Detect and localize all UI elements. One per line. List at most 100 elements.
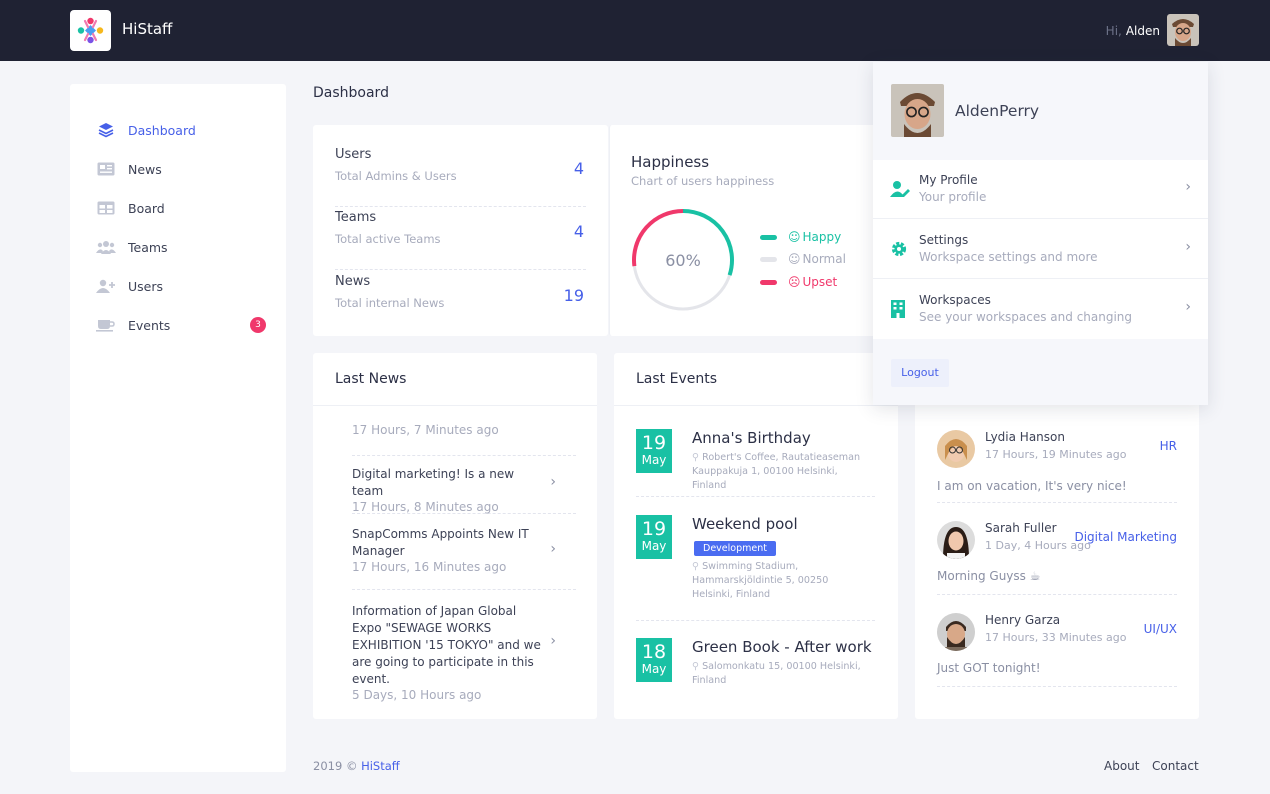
event-title: Weekend pool — [692, 515, 798, 533]
sidebar-item-users[interactable]: Users — [96, 276, 266, 296]
legend-label: Normal — [802, 252, 846, 266]
copyright-icon: © — [345, 759, 358, 773]
person-department[interactable]: UI/UX — [1144, 622, 1177, 636]
legend-swatch — [760, 279, 777, 285]
person-item[interactable]: Lydia Hanson 17 Hours, 19 Minutes ago HR… — [937, 430, 1177, 503]
stat-users[interactable]: Users Total Admins & Users 4 — [335, 147, 586, 207]
news-item[interactable]: 17 Hours, 7 Minutes ago — [352, 423, 576, 456]
sidebar-item-events[interactable]: Events 3 — [96, 315, 266, 335]
event-location: ⚲ Salomonkatu 15, 00100 Helsinki, Finlan… — [692, 661, 861, 686]
menu-item-title: Settings — [919, 233, 969, 247]
sidebar-item-label: Dashboard — [128, 122, 196, 138]
people-card: Lydia Hanson 17 Hours, 19 Minutes ago HR… — [915, 353, 1199, 719]
stat-teams[interactable]: Teams Total active Teams 4 — [335, 210, 586, 270]
card-header: Last Events — [614, 353, 898, 406]
legend-swatch — [760, 256, 777, 262]
person-message: Just GOT tonight! — [937, 661, 1041, 675]
sad-face-icon: ☹ — [788, 275, 801, 289]
smile-icon: ☺ — [788, 230, 801, 244]
stat-value: 4 — [573, 222, 584, 241]
user-avatar[interactable] — [1167, 14, 1199, 46]
chevron-right-icon: › — [550, 474, 556, 490]
avatar — [937, 521, 975, 559]
stat-subtitle: Total Admins & Users — [335, 169, 457, 183]
dropdown-header: AldenPerry — [873, 62, 1208, 160]
footer-link-about[interactable]: About — [1104, 759, 1139, 773]
footer-brand: HiStaff — [361, 759, 400, 773]
event-tag: Development — [694, 541, 776, 556]
sidebar-item-dashboard[interactable]: Dashboard — [96, 120, 266, 140]
event-item[interactable]: 19 May Anna's Birthday ⚲ Robert's Coffee… — [636, 429, 875, 497]
chevron-right-icon: › — [1185, 239, 1191, 255]
event-date: 18 May — [636, 638, 672, 682]
happiness-subtitle: Chart of users happiness — [631, 174, 775, 188]
sidebar-item-board[interactable]: Board — [96, 198, 266, 218]
newspaper-icon — [96, 161, 116, 177]
news-item[interactable]: Information of Japan Global Expo "SEWAGE… — [352, 603, 576, 702]
happiness-title: Happiness — [631, 153, 710, 171]
events-count-badge: 3 — [250, 317, 266, 333]
building-icon — [890, 300, 908, 318]
stats-card: Users Total Admins & Users 4 Teams Total… — [313, 125, 608, 336]
sidebar-item-teams[interactable]: Teams — [96, 237, 266, 257]
profile-name: AldenPerry — [955, 102, 1040, 120]
event-title: Anna's Birthday — [692, 429, 811, 447]
chevron-right-icon: › — [550, 541, 556, 557]
legend-happy: ☺ Happy — [760, 230, 841, 244]
event-title: Green Book - After work — [692, 638, 872, 656]
menu-item-workspaces[interactable]: Workspaces See your workspaces and chang… — [873, 280, 1208, 339]
happiness-card: Happiness Chart of users happiness 60% ☺… — [609, 125, 899, 336]
event-item[interactable]: 18 May Green Book - After work ⚲ Salomon… — [636, 638, 875, 698]
avatar — [937, 430, 975, 468]
app-logo[interactable] — [70, 10, 111, 51]
stat-subtitle: Total internal News — [335, 296, 445, 310]
stat-value: 19 — [563, 286, 584, 305]
person-name: Sarah Fuller — [985, 521, 1057, 535]
profile-dropdown: AldenPerry My Profile Your profile › Set… — [873, 62, 1208, 405]
profile-avatar — [891, 84, 944, 137]
stat-news[interactable]: News Total internal News 19 — [335, 274, 586, 334]
legend-label: Happy — [802, 230, 842, 244]
event-location: ⚲ Robert's Coffee, Rautatieaseman Kauppa… — [692, 452, 861, 491]
person-time: 17 Hours, 33 Minutes ago — [985, 631, 1127, 644]
person-department[interactable]: Digital Marketing — [1074, 530, 1177, 544]
avatar — [937, 613, 975, 651]
menu-item-my-profile[interactable]: My Profile Your profile › — [873, 160, 1208, 219]
user-greeting[interactable]: Hi, Alden — [1106, 24, 1160, 38]
news-item[interactable]: Digital marketing! Is a new team 17 Hour… — [352, 466, 576, 514]
person-item[interactable]: Henry Garza 17 Hours, 33 Minutes ago UI/… — [937, 613, 1177, 687]
person-name: Lydia Hanson — [985, 430, 1065, 444]
stat-title: Users — [335, 147, 372, 162]
teams-icon — [96, 239, 116, 255]
coffee-icon — [96, 317, 116, 333]
event-location: ⚲ Swimming Stadium, Hammarskjöldintie 5,… — [692, 561, 829, 600]
menu-item-settings[interactable]: Settings Workspace settings and more › — [873, 220, 1208, 279]
person-name: Henry Garza — [985, 613, 1061, 627]
layers-icon — [96, 122, 116, 138]
stat-value: 4 — [573, 159, 584, 178]
sidebar-item-label: Board — [128, 200, 165, 216]
sidebar-item-label: Events — [128, 317, 171, 333]
sidebar-item-news[interactable]: News — [96, 159, 266, 179]
legend-label: Upset — [802, 275, 838, 289]
news-time: 5 Days, 10 Hours ago — [352, 688, 482, 702]
person-time: 17 Hours, 19 Minutes ago — [985, 448, 1127, 461]
person-message: I am on vacation, It's very nice! — [937, 479, 1127, 493]
logout-button[interactable]: Logout — [891, 359, 949, 387]
person-department[interactable]: HR — [1160, 439, 1177, 453]
news-item[interactable]: SnapComms Appoints New IT Manager 17 Hou… — [352, 526, 576, 590]
event-date: 19 May — [636, 429, 672, 473]
news-text: SnapComms Appoints New IT Manager — [352, 527, 529, 558]
add-user-icon — [96, 278, 116, 294]
stat-title: News — [335, 274, 371, 289]
news-text: Information of Japan Global Expo "SEWAGE… — [352, 604, 541, 686]
menu-item-title: My Profile — [919, 173, 978, 187]
footer-copyright: 2019 © HiStaff — [313, 759, 400, 773]
footer-link-contact[interactable]: Contact — [1152, 759, 1199, 773]
card-title: Last Events — [636, 371, 718, 387]
person-item[interactable]: Sarah Fuller 1 Day, 4 Hours ago Digital … — [937, 521, 1177, 595]
page-title: Dashboard — [313, 85, 389, 101]
logo-icon — [77, 17, 104, 44]
menu-item-subtitle: See your workspaces and changing — [919, 310, 1133, 324]
event-item[interactable]: 19 May Weekend pool Development ⚲ Swimmi… — [636, 515, 875, 621]
